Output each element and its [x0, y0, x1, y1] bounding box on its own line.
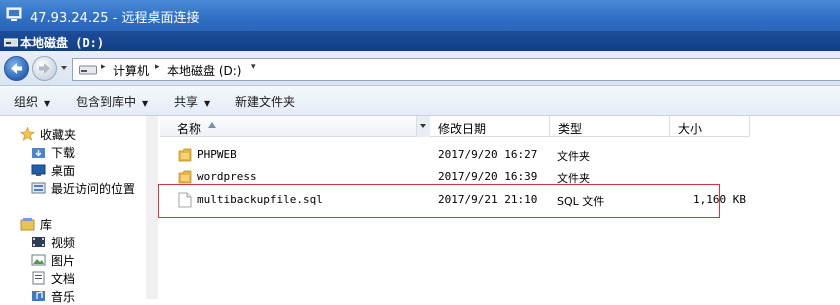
new-folder-button[interactable]: 新建文件夹 — [235, 93, 295, 110]
file-name: PHPWEB — [197, 148, 237, 161]
nav-documents[interactable]: 文档 — [51, 270, 75, 287]
downloads-folder-icon — [32, 148, 45, 158]
file-name: wordpress — [197, 170, 257, 183]
include-in-library-label: 包含到库中 — [76, 95, 137, 109]
navigation-pane: 收藏夹 下载 桌面 最近访问的位置 库 视频 图片 文档 音乐 — [0, 116, 158, 304]
nav-desktop[interactable]: 桌面 — [51, 162, 75, 179]
column-header-name[interactable]: 名称 — [160, 116, 430, 137]
drive-icon — [4, 38, 18, 47]
window-caption: 本地磁盘 (D:) — [0, 31, 840, 51]
nav-recent-places[interactable]: 最近访问的位置 — [51, 180, 135, 197]
drive-icon — [79, 65, 97, 75]
share-button[interactable]: 共享 ▼ — [174, 93, 210, 110]
chevron-down-icon: ▼ — [44, 99, 51, 108]
breadcrumb-computer[interactable]: 计算机 — [113, 62, 149, 79]
nav-downloads[interactable]: 下载 — [51, 144, 75, 161]
library-icon — [20, 218, 35, 231]
remote-desktop-icon — [6, 7, 22, 21]
include-in-library-button[interactable]: 包含到库中 ▼ — [76, 93, 148, 110]
file-date: 2017/9/20 16:27 — [438, 148, 538, 161]
star-icon — [20, 127, 35, 141]
window-title: 本地磁盘 (D:) — [20, 36, 105, 50]
breadcrumb-local-disk[interactable]: 本地磁盘 (D:) — [167, 62, 241, 79]
nav-libraries[interactable]: 库 — [40, 216, 52, 233]
documents-icon — [32, 271, 45, 285]
breadcrumb-separator[interactable]: ▸ — [155, 62, 160, 72]
address-row: ▸ 计算机 ▸ 本地磁盘 (D:) ▾ — [0, 51, 840, 86]
breadcrumb-separator[interactable]: ▸ — [101, 62, 106, 72]
nav-music[interactable]: 音乐 — [51, 288, 75, 305]
back-button[interactable] — [4, 56, 29, 81]
command-bar: 组织 ▼ 包含到库中 ▼ 共享 ▼ 新建文件夹 — [0, 86, 840, 116]
highlight-annotation — [158, 184, 720, 218]
sort-ascending-icon — [208, 122, 216, 128]
column-name-label: 名称 — [177, 122, 202, 136]
column-type-label: 类型 — [558, 122, 583, 136]
nav-scrollbar[interactable] — [146, 116, 158, 299]
chevron-down-icon — [420, 124, 426, 128]
history-dropdown-icon[interactable] — [59, 63, 69, 73]
address-bar[interactable]: ▸ 计算机 ▸ 本地磁盘 (D:) ▾ — [72, 58, 840, 81]
column-date-label: 修改日期 — [438, 122, 487, 136]
organize-label: 组织 — [14, 95, 39, 109]
column-filter-dropdown[interactable] — [416, 116, 430, 137]
arrow-left-icon — [11, 63, 22, 74]
file-type: 文件夹 — [557, 150, 590, 163]
breadcrumb-separator[interactable]: ▾ — [251, 62, 256, 72]
chevron-down-icon: ▼ — [142, 99, 149, 108]
folder-icon — [178, 170, 192, 184]
share-label: 共享 — [174, 95, 199, 109]
rdp-window-title: 47.93.24.25 - 远程桌面连接 — [30, 11, 200, 26]
recent-places-icon — [31, 182, 46, 194]
file-row[interactable]: PHPWEB 2017/9/20 16:27 文件夹 — [160, 144, 840, 166]
nav-videos[interactable]: 视频 — [51, 234, 75, 251]
nav-pictures[interactable]: 图片 — [51, 252, 75, 269]
folder-icon — [178, 148, 192, 162]
column-header-type[interactable]: 类型 — [550, 116, 670, 137]
organize-button[interactable]: 组织 ▼ — [14, 93, 50, 110]
chevron-down-icon: ▼ — [204, 99, 211, 108]
column-header-size[interactable]: 大小 — [670, 116, 750, 137]
file-date: 2017/9/20 16:39 — [438, 170, 538, 183]
forward-button[interactable] — [32, 56, 57, 81]
pictures-icon — [31, 254, 46, 266]
nav-favorites[interactable]: 收藏夹 — [40, 126, 76, 143]
rdp-title-bar: 47.93.24.25 - 远程桌面连接 — [0, 0, 840, 31]
arrow-right-icon — [39, 63, 50, 74]
videos-icon — [32, 237, 45, 247]
music-icon — [32, 291, 45, 301]
column-size-label: 大小 — [678, 122, 703, 136]
column-header-date[interactable]: 修改日期 — [430, 116, 550, 137]
desktop-icon — [31, 164, 46, 176]
